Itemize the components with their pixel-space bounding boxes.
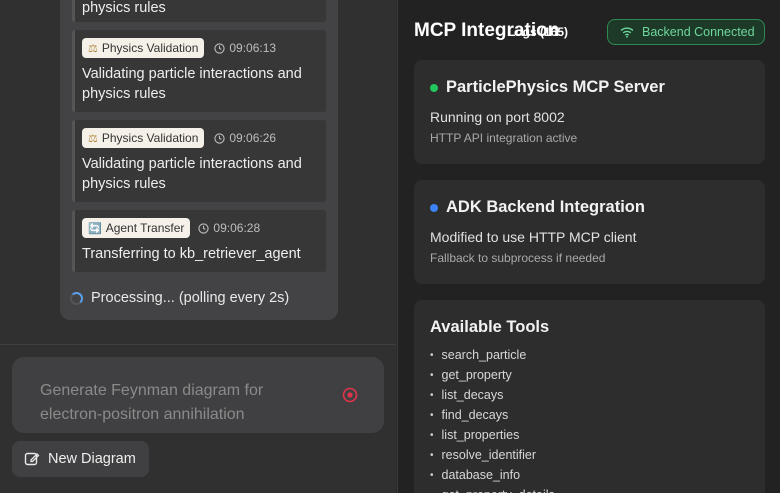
new-diagram-button[interactable]: New Diagram (12, 441, 149, 477)
list-item: • list_decays (430, 385, 749, 405)
tool-name: database_info (441, 468, 521, 482)
processing-indicator: Processing... (polling every 2s) (70, 290, 289, 306)
list-item: • get_property_details (430, 485, 749, 493)
scale-icon: ⚖ (88, 132, 98, 145)
card-status: Running on port 8002 (430, 109, 565, 125)
timestamp: 09:06:13 (214, 41, 276, 55)
bullet-icon: • (430, 409, 434, 421)
bullet-icon: • (430, 469, 434, 481)
time-label: 09:06:28 (213, 221, 261, 235)
list-item: • search_particle (430, 345, 749, 365)
prompt-input[interactable]: Generate Feynman diagram for electron-po… (12, 357, 384, 433)
card-title: ParticlePhysics MCP Server (430, 78, 749, 97)
logs-label: Logs (165) (508, 25, 569, 39)
card-title-label: ADK Backend Integration (446, 198, 645, 216)
tools-list: • search_particle • get_property • list_dec… (430, 345, 749, 493)
list-item: • database_info (430, 465, 749, 485)
mcp-panel: MCP Integration Logs (165) Backend Conne… (397, 0, 780, 493)
stop-icon[interactable] (342, 387, 358, 403)
bullet-icon: • (430, 490, 434, 493)
bullet-icon: • (430, 349, 434, 361)
log-message: Validating particle interactions and phy… (82, 66, 302, 102)
log-entry: ⚖ Physics Validation 09:06:13 Validating… (72, 30, 326, 112)
log-entry: physics rules (72, 0, 326, 22)
logs-toggle[interactable]: Logs (165) (508, 25, 568, 39)
card-detail: HTTP API integration active (430, 131, 578, 145)
tool-name: list_properties (441, 428, 520, 442)
tools-title: Available Tools (430, 318, 550, 336)
tool-name: find_decays (441, 408, 509, 422)
wifi-icon (620, 27, 634, 38)
clock-icon (214, 42, 226, 54)
physics-validation-badge: ⚖ Physics Validation (82, 128, 205, 148)
spinner-icon (70, 291, 83, 305)
chat-panel: physics rules ⚖ Physics Validation 09:06… (0, 0, 396, 493)
status-dot (430, 83, 438, 92)
card-detail: Fallback to subprocess if needed (430, 251, 606, 265)
processing-label: Processing... (polling every 2s) (91, 290, 290, 306)
list-item: • find_decays (430, 405, 749, 425)
card-title-label: ParticlePhysics MCP Server (446, 78, 665, 96)
time-label: 09:06:13 (229, 41, 277, 55)
transfer-icon: 🔄 (88, 222, 102, 235)
divider (0, 344, 396, 345)
bullet-icon: • (430, 429, 434, 441)
prompt-placeholder: Generate Feynman diagram for electron-po… (40, 382, 264, 423)
timestamp: 09:06:26 (214, 131, 276, 145)
timestamp: 09:06:28 (198, 221, 260, 235)
badge-label: Agent Transfer (105, 221, 185, 235)
status-badge: Backend Connected (607, 19, 765, 45)
new-diagram-label: New Diagram (48, 451, 136, 467)
log-entry: ⚖ Physics Validation 09:06:26 Validating… (72, 120, 326, 202)
clock-icon (214, 132, 226, 144)
bullet-icon: • (430, 389, 434, 401)
agent-log-card: physics rules ⚖ Physics Validation 09:06… (60, 0, 338, 320)
clock-icon (198, 222, 210, 234)
status-label: Backend Connected (642, 25, 755, 39)
log-message: Validating particle interactions and phy… (82, 156, 302, 192)
time-label: 09:06:26 (229, 131, 277, 145)
bullet-icon: • (430, 369, 434, 381)
badge-label: Physics Validation (101, 41, 199, 55)
mcp-server-card: ParticlePhysics MCP Server Running on po… (414, 60, 765, 164)
list-item: • list_properties (430, 425, 749, 445)
tool-name: get_property_details (442, 488, 555, 493)
list-item: • get_property (430, 365, 749, 385)
bullet-icon: • (430, 449, 434, 461)
card-status: Modified to use HTTP MCP client (430, 229, 637, 245)
physics-validation-badge: ⚖ Physics Validation (82, 38, 205, 58)
card-title: ADK Backend Integration (430, 198, 749, 217)
agent-transfer-badge: 🔄 Agent Transfer (82, 218, 191, 238)
tool-name: get_property (441, 368, 512, 382)
tool-name: search_particle (441, 348, 527, 362)
badge-label: Physics Validation (101, 131, 199, 145)
adk-backend-card: ADK Backend Integration Modified to use … (414, 180, 765, 284)
scale-icon: ⚖ (88, 42, 98, 55)
log-message: Transferring to kb_retriever_agent (82, 246, 301, 262)
tool-name: list_decays (441, 388, 504, 402)
status-dot (430, 203, 438, 212)
available-tools-card: Available Tools • search_particle • get_pr… (414, 300, 765, 493)
tool-name: resolve_identifier (441, 448, 537, 462)
list-item: • resolve_identifier (430, 445, 749, 465)
log-message: physics rules (82, 0, 166, 16)
log-entry: 🔄 Agent Transfer 09:06:28 Transferring t… (72, 210, 326, 272)
edit-icon (24, 452, 40, 466)
